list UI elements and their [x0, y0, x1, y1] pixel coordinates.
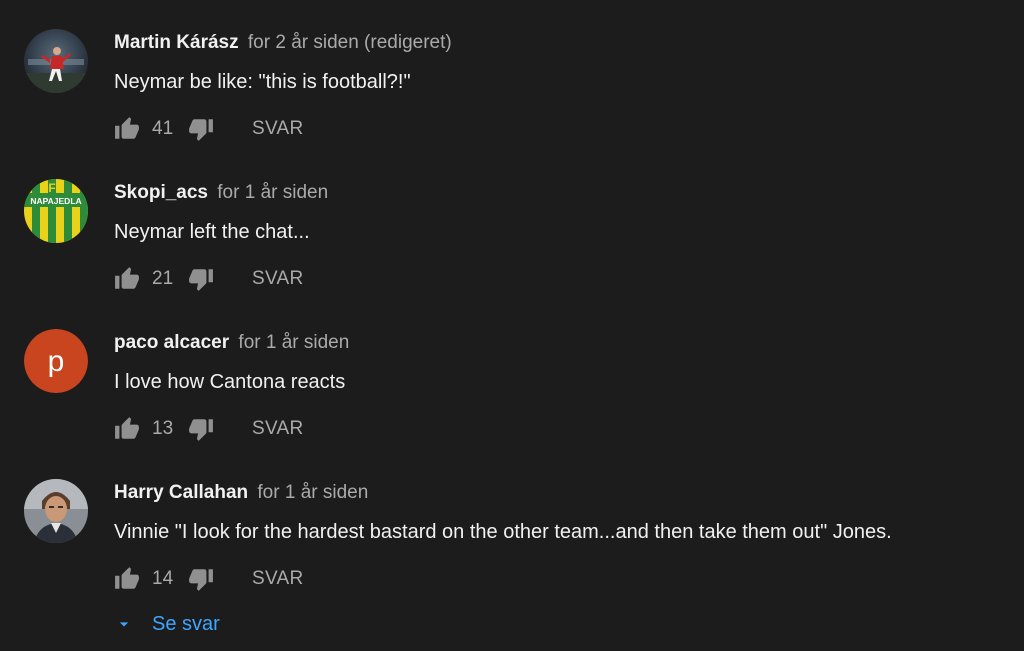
thumbs-up-icon	[115, 417, 139, 439]
badge-text: NAPAJEDLA	[30, 196, 81, 206]
comment-timestamp[interactable]: for 1 år siden	[217, 182, 328, 203]
thumbs-up-icon	[115, 117, 139, 139]
comment-text: Neymar left the chat...	[114, 221, 310, 243]
caret-down-icon	[119, 622, 129, 627]
dislike-button[interactable]	[188, 116, 214, 142]
reply-button[interactable]: SVAR	[252, 418, 304, 440]
avatar-letter: p	[48, 345, 65, 378]
comment-timestamp[interactable]: for 2 år siden (redigeret)	[248, 32, 452, 53]
like-count: 13	[152, 418, 174, 439]
like-button[interactable]	[114, 116, 140, 142]
avatar[interactable]: FS NAPAJEDLA	[24, 179, 88, 243]
thumbs-up-icon	[115, 567, 139, 589]
thumbs-down-icon	[189, 569, 213, 591]
thumbs-down-icon	[189, 119, 213, 141]
comment-text: Vinnie "I look for the hardest bastard o…	[114, 521, 892, 543]
club-badge-icon: FS NAPAJEDLA	[24, 179, 88, 243]
thumbs-down-icon	[189, 419, 213, 441]
comment-actions: 13 SVAR	[114, 414, 304, 444]
dislike-button[interactable]	[188, 266, 214, 292]
reply-button[interactable]: SVAR	[252, 568, 304, 590]
reply-button[interactable]: SVAR	[252, 118, 304, 140]
portrait-photo-icon	[24, 479, 88, 543]
comment-author[interactable]: Harry Callahan	[114, 482, 248, 503]
like-button[interactable]	[114, 266, 140, 292]
thumbs-down-icon	[189, 269, 213, 291]
comment-header: paco alcacer for 1 år siden	[114, 331, 349, 355]
football-player-photo-icon	[24, 29, 88, 93]
comment-actions: 41 SVAR	[114, 114, 304, 144]
dislike-button[interactable]	[188, 416, 214, 442]
reply-button[interactable]: SVAR	[252, 268, 304, 290]
thumbs-up-icon	[115, 267, 139, 289]
like-count: 41	[152, 118, 174, 139]
show-replies-label: Se svar	[152, 612, 220, 635]
comment-header: Skopi_acs for 1 år siden	[114, 181, 328, 205]
comment-header: Harry Callahan for 1 år siden	[114, 481, 368, 505]
comment-author[interactable]: paco alcacer	[114, 332, 229, 353]
avatar[interactable]: p	[24, 329, 88, 393]
comment-header: Martin Kárász for 2 år siden (redigeret)	[114, 31, 452, 55]
show-replies-button[interactable]: Se svar	[114, 610, 220, 638]
like-button[interactable]	[114, 416, 140, 442]
comment-author[interactable]: Skopi_acs	[114, 182, 208, 203]
comment-timestamp[interactable]: for 1 år siden	[257, 482, 368, 503]
comment-timestamp[interactable]: for 1 år siden	[238, 332, 349, 353]
letter-avatar-icon: p	[24, 329, 88, 393]
like-button[interactable]	[114, 566, 140, 592]
comment-text: I love how Cantona reacts	[114, 371, 346, 393]
avatar[interactable]	[24, 29, 88, 93]
comment: Martin Kárász for 2 år siden (redigeret)…	[0, 0, 1024, 150]
comment-text: Neymar be like: "this is football?!"	[114, 71, 411, 93]
like-count: 21	[152, 268, 174, 289]
like-count: 14	[152, 568, 174, 589]
comment-author[interactable]: Martin Kárász	[114, 32, 239, 53]
avatar[interactable]	[24, 479, 88, 543]
comment: Harry Callahan for 1 år siden Vinnie "I …	[0, 450, 1024, 600]
dislike-button[interactable]	[188, 566, 214, 592]
comment-actions: 21 SVAR	[114, 264, 304, 294]
comment: FS NAPAJEDLA Skopi_acs for 1 år siden Ne…	[0, 150, 1024, 300]
comment-actions: 14 SVAR	[114, 564, 304, 594]
comment: p paco alcacer for 1 år siden I love how…	[0, 300, 1024, 450]
badge-letters: FS	[48, 181, 63, 195]
comment-thread: Martin Kárász for 2 år siden (redigeret)…	[0, 0, 1024, 651]
